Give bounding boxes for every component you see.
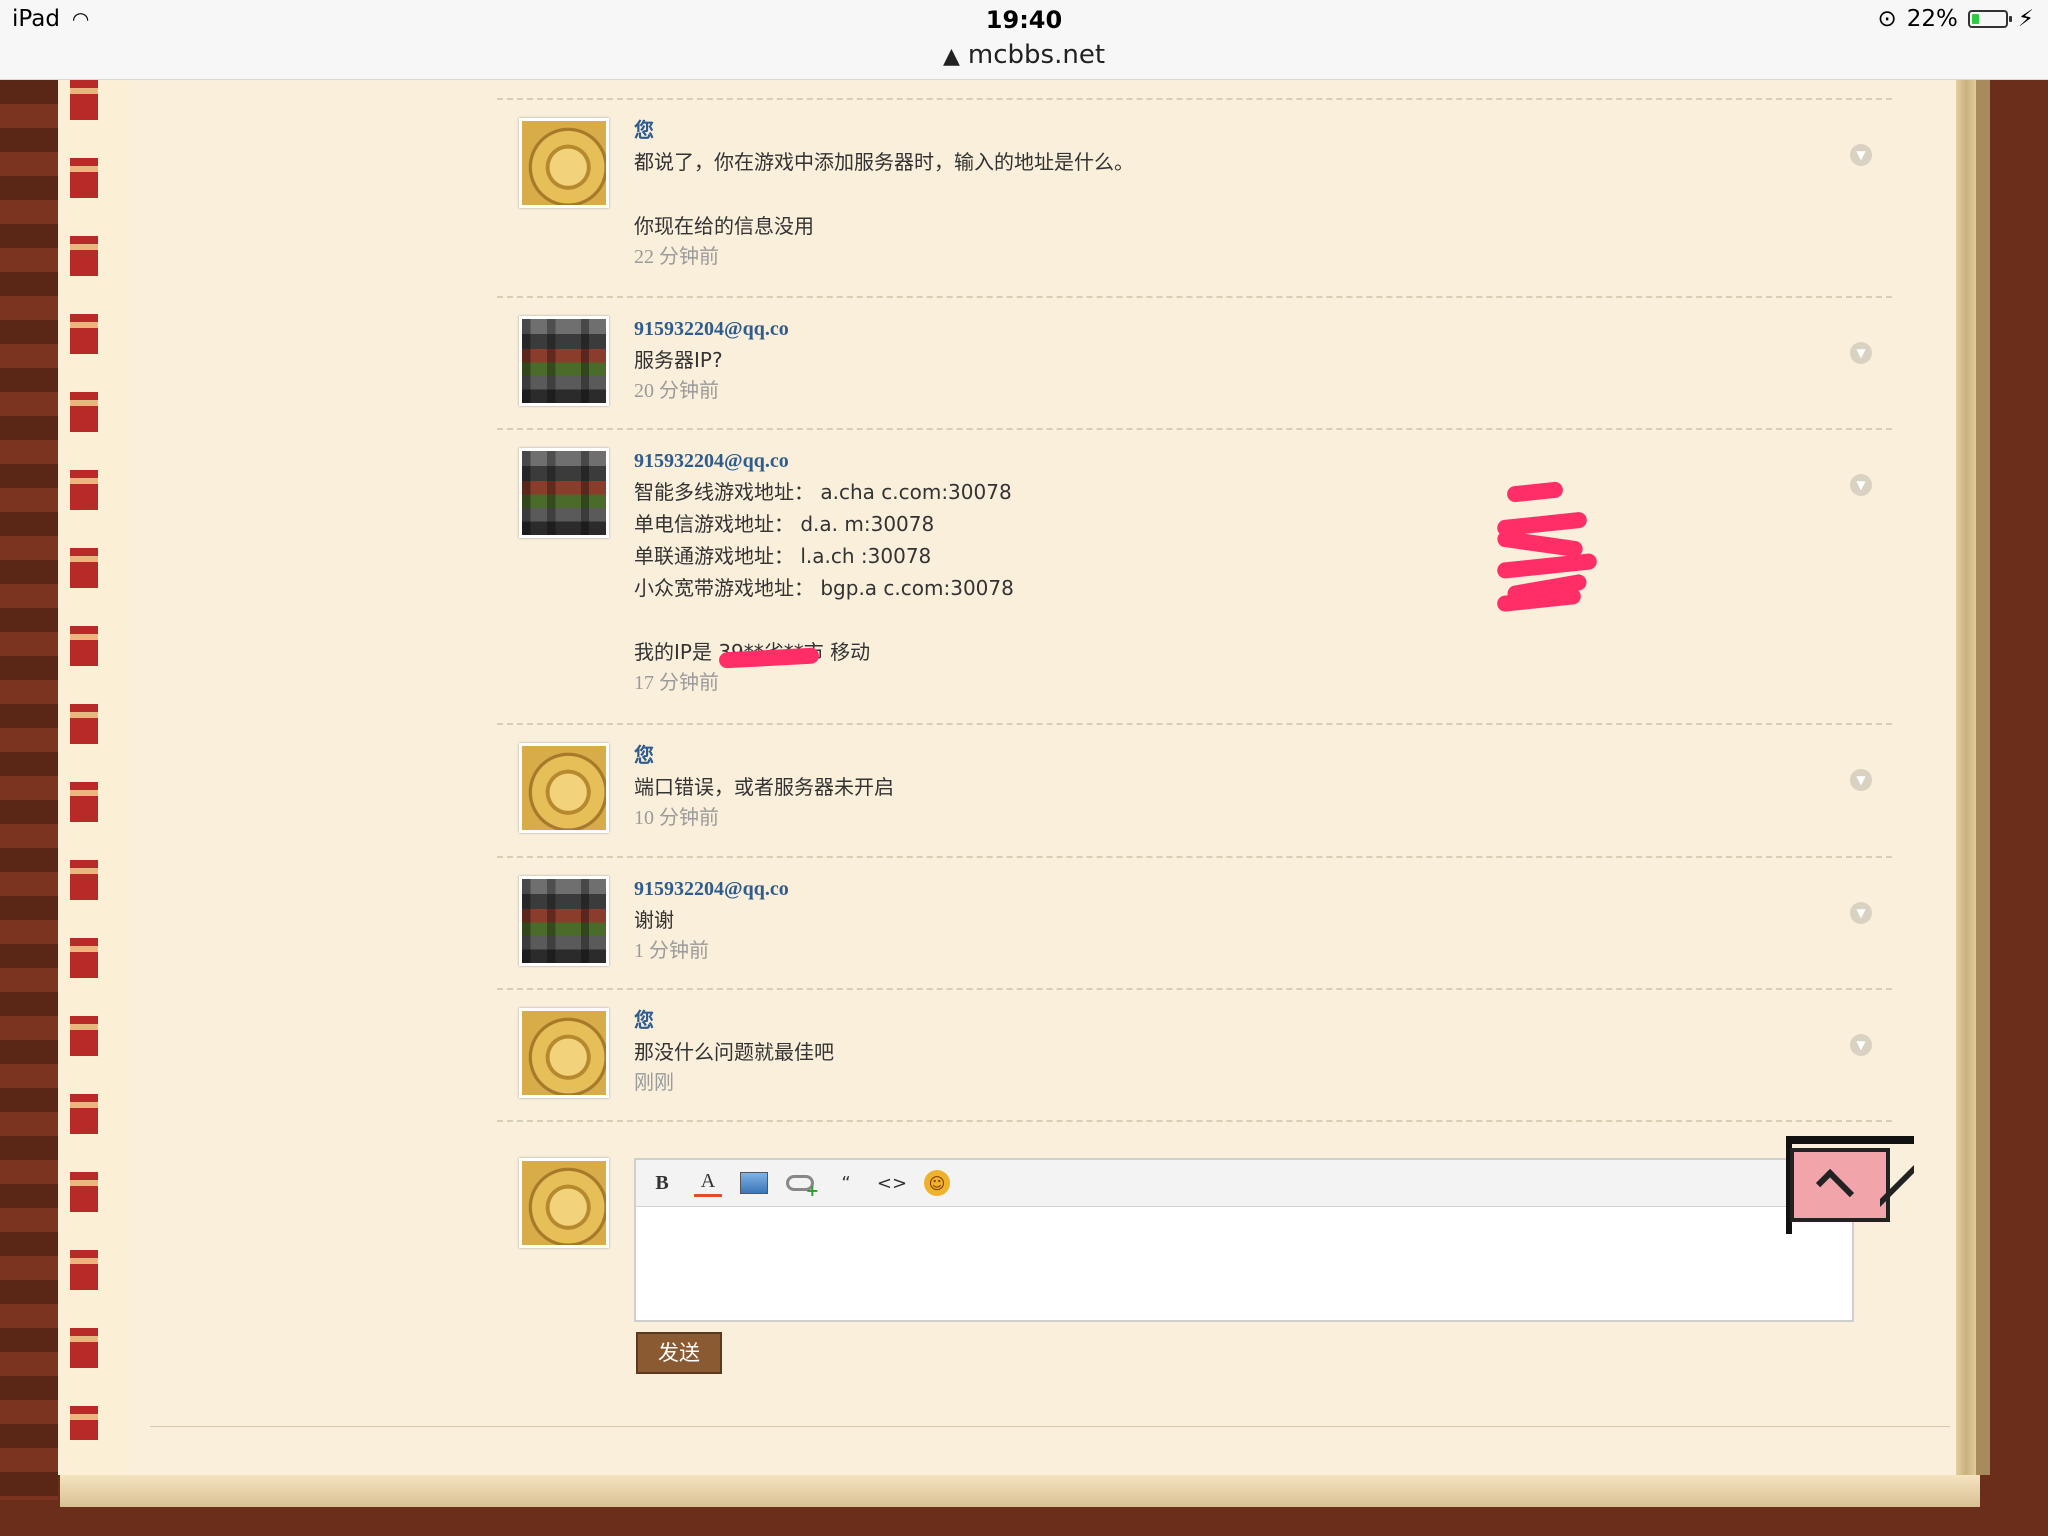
comment-content: 915932204@qq.co 服务器IP? 20 分钟前 (634, 314, 1734, 406)
comment-time: 10 分钟前 (634, 807, 719, 829)
avatar[interactable] (519, 118, 609, 208)
comment-content: 您 那没什么问题就最佳吧 刚刚 (634, 1006, 1734, 1098)
comment-divider (497, 1120, 1892, 1122)
comment-menu-button[interactable]: ▼ (1850, 1034, 1872, 1056)
comment-text-line (634, 604, 1734, 636)
page-edge-right-dark (1976, 80, 1990, 1475)
battery-icon (1967, 10, 2012, 28)
comment-text-line: 服务器IP? (634, 348, 723, 372)
comment-content: 您 都说了，你在游戏中添加服务器时，输入的地址是什么。 你现在给的信息没用 22… (634, 116, 1734, 272)
pig-body (1790, 1148, 1914, 1222)
comment-time: 22 分钟前 (634, 246, 719, 268)
code-button[interactable]: <> (877, 1169, 907, 1197)
chevron-down-icon: ▼ (1856, 1038, 1866, 1052)
comment-divider (497, 988, 1892, 990)
chevron-down-icon: ▼ (1856, 773, 1866, 787)
comment-divider (497, 296, 1892, 298)
avatar[interactable] (519, 448, 609, 538)
author-name[interactable]: 915932204@qq.co (634, 314, 1734, 344)
smiley-icon[interactable]: ☺ (924, 1170, 950, 1196)
comment-content: 您 端口错误，或者服务器未开启 10 分钟前 (634, 741, 1734, 833)
status-right: ⊙ 22% ⚡ (1877, 6, 2034, 32)
composer-avatar (519, 1158, 609, 1248)
comment-time: 20 分钟前 (634, 380, 719, 402)
comment-text-line (634, 178, 1734, 210)
reply-editor: B A “ <> ☺ (634, 1158, 1854, 1322)
comment-text-line: 智能多线游戏地址： a.cha c.com:30078 (634, 480, 1012, 504)
comment-text-line: 都说了，你在游戏中添加服务器时，输入的地址是什么。 (634, 150, 1134, 174)
clock: 19:40 (985, 6, 1063, 34)
author-name[interactable]: 915932204@qq.co (634, 874, 1734, 904)
comment-menu-button[interactable]: ▼ (1850, 474, 1872, 496)
book-spine-left (0, 80, 58, 1500)
reply-input[interactable] (636, 1207, 1852, 1320)
comment-menu-button[interactable]: ▼ (1850, 342, 1872, 364)
comment-time: 刚刚 (634, 1072, 674, 1094)
send-button[interactable]: 发送 (636, 1332, 722, 1374)
comment-divider (497, 723, 1892, 725)
text-color-button[interactable]: A (694, 1170, 722, 1197)
comment-text-line: 端口错误，或者服务器未开启 (634, 775, 894, 799)
ios-status-bar: iPad ◠ 19:40 ▲ mcbbs.net ⊙ 22% ⚡ (0, 0, 2048, 80)
comment-time: 1 分钟前 (634, 940, 709, 962)
author-name[interactable]: 您 (634, 741, 1734, 771)
comment-text-line: 那没什么问题就最佳吧 (634, 1040, 834, 1064)
comment-text-line: 谢谢 (634, 908, 674, 932)
comment-divider (497, 98, 1892, 100)
comment-time: 17 分钟前 (634, 672, 719, 694)
avatar[interactable] (519, 743, 609, 833)
bold-button[interactable]: B (648, 1169, 676, 1197)
address-bar[interactable]: ▲ mcbbs.net (0, 40, 2048, 70)
warning-icon: ▲ (942, 44, 960, 69)
avatar[interactable] (519, 876, 609, 966)
insert-link-icon[interactable] (786, 1175, 819, 1200)
pig-mascot-icon[interactable] (1786, 1136, 1914, 1234)
chevron-down-icon: ▼ (1856, 478, 1866, 492)
rotation-lock-icon: ⊙ (1877, 6, 1897, 32)
author-name[interactable]: 您 (634, 1006, 1734, 1036)
comment-divider (497, 856, 1892, 858)
author-name[interactable]: 您 (634, 116, 1734, 146)
url-text: mcbbs.net (967, 40, 1106, 70)
charging-icon: ⚡ (2017, 6, 2034, 32)
chevron-down-icon: ▼ (1856, 148, 1866, 162)
battery-percent: 22% (1906, 6, 1958, 32)
page-bottom-band (60, 1475, 1980, 1507)
editor-toolbar: B A “ <> ☺ (636, 1160, 1852, 1207)
quote-button[interactable]: “ (832, 1169, 860, 1197)
comment-menu-button[interactable]: ▼ (1850, 144, 1872, 166)
comment-content: 915932204@qq.co 谢谢 1 分钟前 (634, 874, 1734, 966)
page-bottom-line (150, 1426, 1950, 1427)
chevron-down-icon: ▼ (1856, 346, 1866, 360)
avatar[interactable] (519, 1008, 609, 1098)
left-border-ornament (70, 80, 98, 1440)
comment-text-line: 你现在给的信息没用 (634, 214, 814, 238)
comment-menu-button[interactable]: ▼ (1850, 769, 1872, 791)
insert-image-icon[interactable] (740, 1172, 768, 1194)
author-name[interactable]: 915932204@qq.co (634, 446, 1734, 476)
page-edge-right (1956, 80, 1976, 1475)
comment-menu-button[interactable]: ▼ (1850, 902, 1872, 924)
comment-divider (497, 428, 1892, 430)
avatar[interactable] (519, 316, 609, 406)
battery-fill (1971, 14, 1979, 24)
chevron-down-icon: ▼ (1856, 906, 1866, 920)
